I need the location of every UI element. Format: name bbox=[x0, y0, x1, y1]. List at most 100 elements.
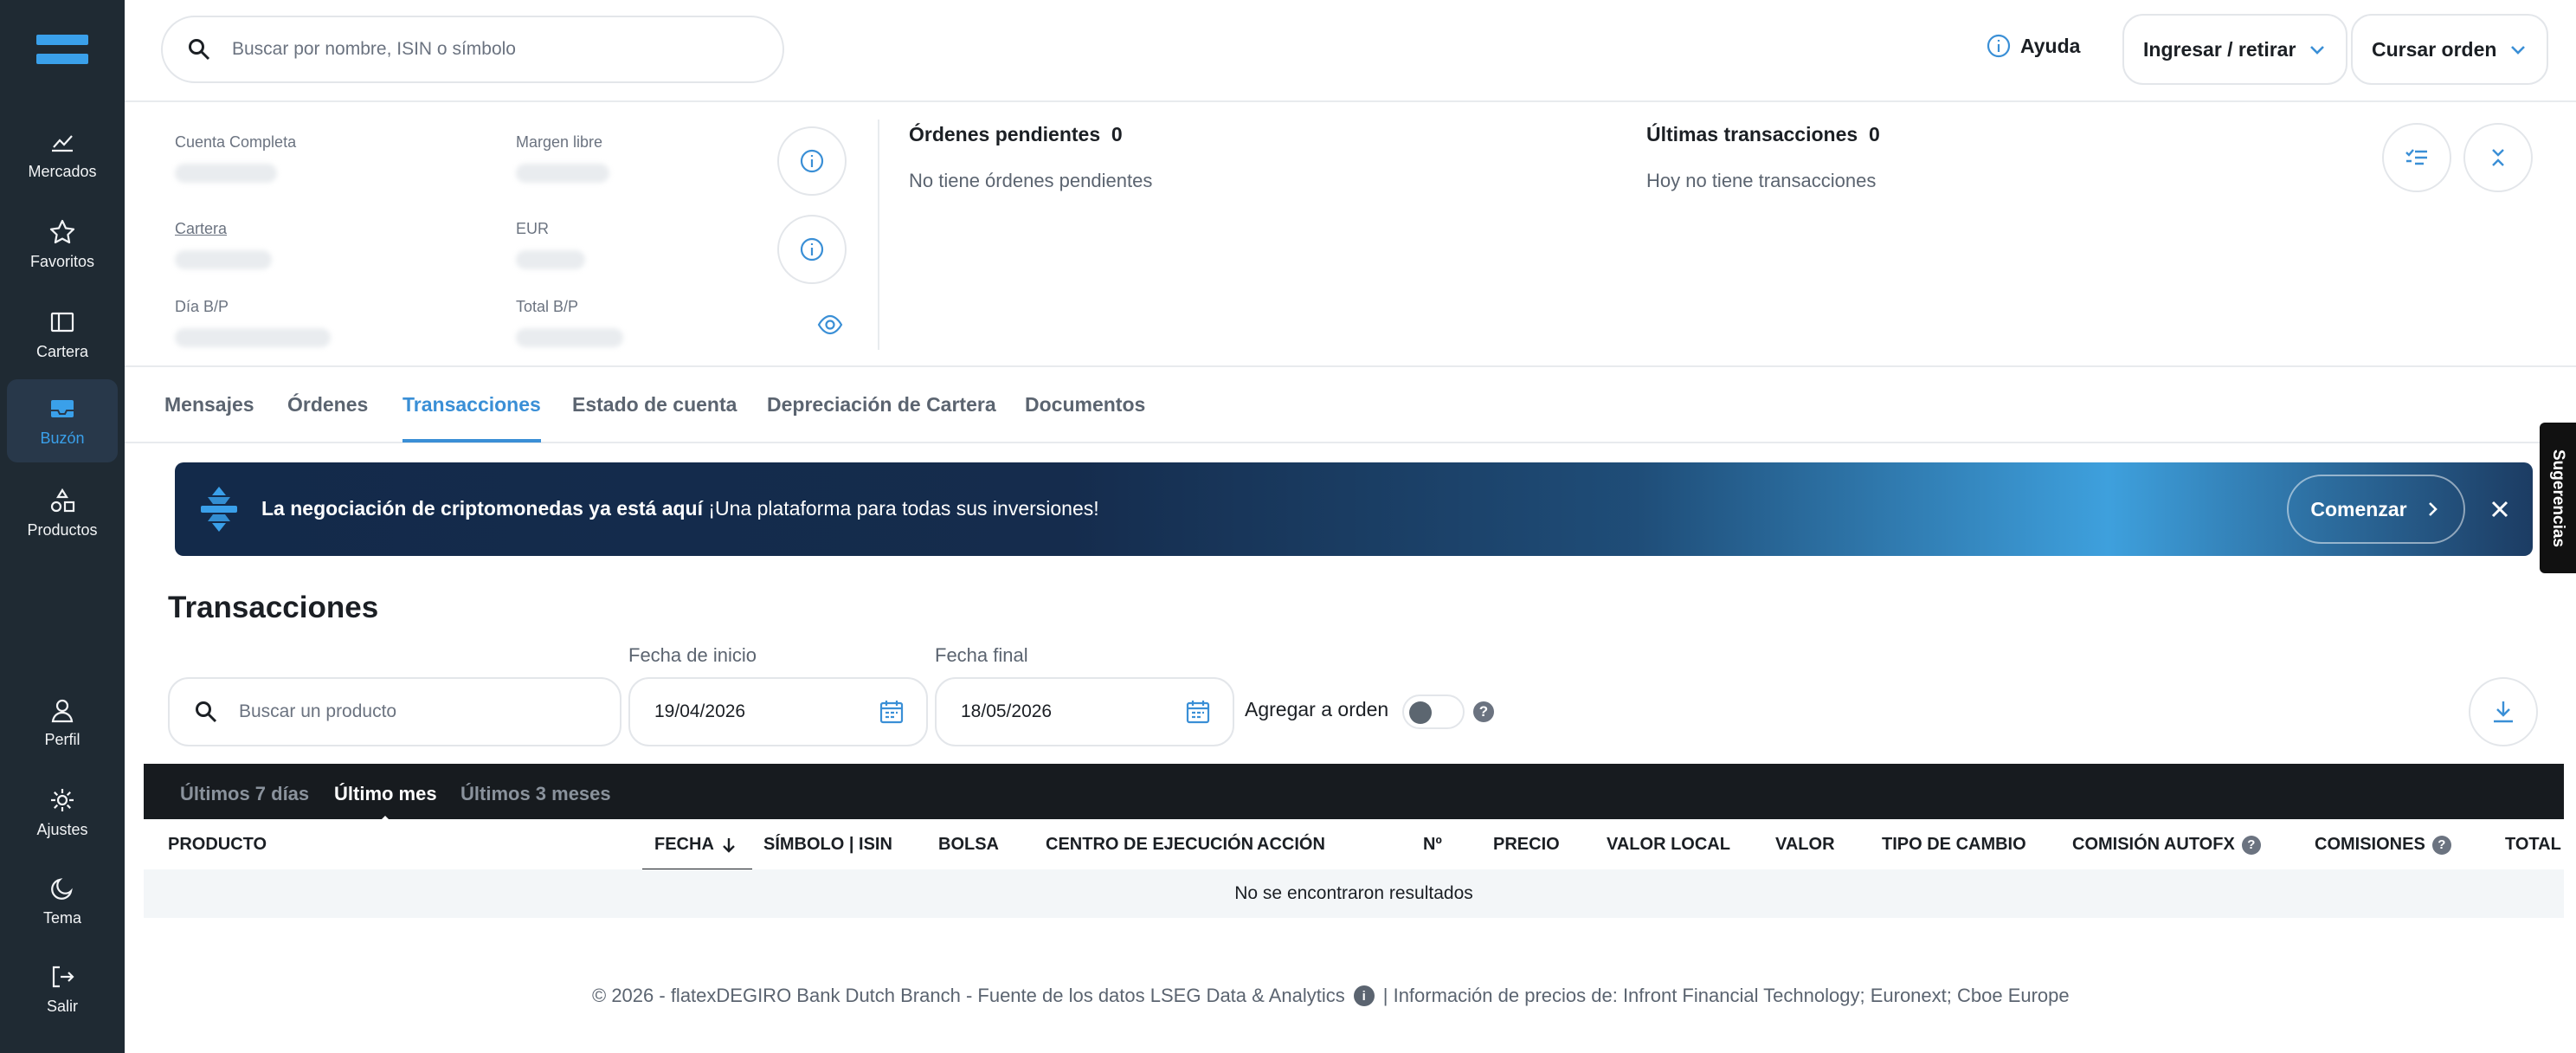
toggle-knob bbox=[1409, 701, 1432, 724]
sidebar-item-label: Perfil bbox=[44, 730, 80, 748]
sidebar-item-label: Tema bbox=[42, 908, 81, 927]
field-label: EUR bbox=[516, 220, 550, 237]
sidebar-item-buzon[interactable]: Buzón bbox=[7, 379, 118, 462]
sidebar-item-productos[interactable]: Productos bbox=[7, 471, 118, 554]
column-label: COMISIÓN AUTOFX bbox=[2072, 835, 2235, 854]
tab-ordenes[interactable]: Órdenes bbox=[287, 393, 368, 439]
sidebar-item-ajustes[interactable]: Ajustes bbox=[7, 771, 118, 854]
col-accion[interactable]: ACCIÓN bbox=[1257, 835, 1325, 855]
eye-icon[interactable] bbox=[817, 312, 843, 338]
sidebar-item-label: Buzón bbox=[40, 429, 85, 447]
pending-orders-count: 0 bbox=[1111, 123, 1123, 145]
global-search[interactable] bbox=[161, 16, 784, 83]
banner-subtext: ¡Una plataforma para todas sus inversion… bbox=[708, 497, 1099, 520]
place-order-label: Cursar orden bbox=[2372, 37, 2497, 61]
download-button[interactable] bbox=[2469, 677, 2538, 746]
aggregate-label: Agregar a orden bbox=[1245, 698, 1389, 720]
tab-depreciacion-de-cartera[interactable]: Depreciación de Cartera bbox=[767, 393, 996, 439]
column-label: CENTRO DE EJECUCIÓN bbox=[1046, 835, 1254, 854]
start-date-field[interactable]: 19/04/2026 bbox=[628, 677, 928, 746]
sidebar-item-salir[interactable]: Salir bbox=[7, 947, 118, 1030]
col-tipo-de-cambio[interactable]: TIPO DE CAMBIO bbox=[1882, 835, 2026, 855]
chart-icon bbox=[52, 134, 73, 152]
col-centro-de-ejecucion[interactable]: CENTRO DE EJECUCIÓN bbox=[1046, 835, 1253, 855]
column-label: PRECIO bbox=[1493, 835, 1560, 854]
col-valor-local[interactable]: VALOR LOCAL bbox=[1607, 835, 1730, 855]
col-bolsa[interactable]: BOLSA bbox=[938, 835, 999, 855]
calendar-icon[interactable] bbox=[1184, 698, 1212, 726]
col-simbolo-isin[interactable]: SÍMBOLO | ISIN bbox=[763, 835, 892, 855]
tab-documentos[interactable]: Documentos bbox=[1025, 393, 1145, 439]
sidebar-item-label: Favoritos bbox=[29, 252, 95, 270]
col-comision-autofx[interactable]: COMISIÓN AUTOFX ? bbox=[2072, 835, 2261, 855]
place-order-button[interactable]: Cursar orden bbox=[2351, 14, 2549, 85]
col-valor[interactable]: VALOR bbox=[1775, 835, 1835, 855]
help-label: Ayuda bbox=[2020, 34, 2081, 57]
deposit-withdraw-button[interactable]: Ingresar / retirar bbox=[2122, 14, 2348, 85]
search-icon bbox=[189, 39, 210, 61]
end-date-label: Fecha final bbox=[935, 644, 1028, 666]
start-date-label: Fecha de inicio bbox=[628, 644, 757, 666]
period-7-days[interactable]: Últimos 7 días bbox=[180, 783, 309, 805]
column-label: SÍMBOLO | ISIN bbox=[763, 835, 892, 854]
banner-text: La negociación de criptomonedas ya está … bbox=[261, 497, 1099, 520]
info-icon[interactable]: i bbox=[1353, 985, 1375, 1006]
help-icon[interactable]: ? bbox=[2431, 835, 2451, 855]
col-total[interactable]: TOTAL bbox=[2505, 835, 2561, 855]
column-label: ACCIÓN bbox=[1257, 835, 1325, 854]
column-label: VALOR bbox=[1775, 835, 1835, 854]
field-label: Cuenta Completa bbox=[175, 133, 297, 151]
user-icon bbox=[51, 699, 74, 722]
footer-copyright: © 2026 - flatexDEGIRO Bank Dutch Branch … bbox=[592, 985, 1345, 1006]
tab-mensajes[interactable]: Mensajes bbox=[164, 393, 254, 439]
product-search[interactable] bbox=[168, 677, 621, 746]
col-comisiones[interactable]: COMISIONES ? bbox=[2315, 835, 2451, 855]
search-input[interactable] bbox=[232, 39, 717, 60]
sidebar-item-mercados[interactable]: Mercados bbox=[7, 113, 118, 196]
end-date-field[interactable]: 18/05/2026 bbox=[935, 677, 1234, 746]
column-label: TIPO DE CAMBIO bbox=[1882, 835, 2026, 854]
start-date-value: 19/04/2026 bbox=[654, 701, 746, 721]
product-search-input[interactable] bbox=[239, 701, 602, 722]
start-button[interactable]: Comenzar bbox=[2287, 475, 2465, 544]
eur-field: EUR bbox=[516, 220, 776, 269]
app-logo[interactable] bbox=[36, 35, 88, 66]
tab-estado-de-cuenta[interactable]: Estado de cuenta bbox=[572, 393, 737, 439]
col-producto[interactable]: PRODUCTO bbox=[168, 835, 267, 855]
hidden-value bbox=[516, 164, 609, 183]
banner-bold-text: La negociación de criptomonedas ya está … bbox=[261, 497, 703, 520]
help-link[interactable]: Ayuda bbox=[1986, 33, 2080, 59]
col-precio[interactable]: PRECIO bbox=[1493, 835, 1560, 855]
crypto-banner: La negociación de criptomonedas ya está … bbox=[175, 462, 2533, 556]
period-3-months[interactable]: Últimos 3 meses bbox=[460, 783, 611, 805]
info-button[interactable] bbox=[777, 215, 847, 284]
help-icon[interactable]: ? bbox=[1473, 701, 1494, 722]
sidebar-item-favoritos[interactable]: Favoritos bbox=[7, 203, 118, 286]
column-label: BOLSA bbox=[938, 835, 999, 854]
tab-transacciones[interactable]: Transacciones bbox=[402, 393, 541, 443]
cartera-link[interactable]: Cartera bbox=[175, 220, 435, 238]
period-last-month[interactable]: Último mes bbox=[334, 783, 437, 824]
download-icon bbox=[2494, 701, 2513, 723]
calendar-icon[interactable] bbox=[878, 698, 905, 726]
top-bar: Ayuda Ingresar / retirar Cursar orden bbox=[125, 0, 2576, 102]
chevron-right-icon bbox=[2428, 502, 2438, 516]
collapse-button[interactable] bbox=[2463, 123, 2533, 192]
aggregate-toggle[interactable] bbox=[1402, 694, 1465, 729]
star-icon bbox=[49, 219, 75, 243]
col-fecha[interactable]: FECHA bbox=[642, 835, 752, 871]
total-bp-field: Total B/P bbox=[516, 298, 776, 347]
pending-orders-label: Órdenes pendientes bbox=[909, 123, 1101, 145]
pending-orders-text: No tiene órdenes pendientes bbox=[909, 170, 1153, 191]
info-button[interactable] bbox=[777, 126, 847, 196]
close-icon[interactable] bbox=[2486, 495, 2514, 523]
col-numero[interactable]: Nº bbox=[1423, 835, 1442, 855]
help-icon[interactable]: ? bbox=[2241, 835, 2261, 855]
gear-icon bbox=[51, 788, 74, 811]
cartera-field: Cartera bbox=[175, 220, 435, 269]
sidebar-item-perfil[interactable]: Perfil bbox=[7, 681, 118, 764]
feedback-tab[interactable]: Sugerencias bbox=[2540, 423, 2576, 573]
sidebar-item-cartera[interactable]: Cartera bbox=[7, 293, 118, 376]
sidebar-item-tema[interactable]: Tema bbox=[7, 859, 118, 942]
order-list-button[interactable] bbox=[2382, 123, 2451, 192]
